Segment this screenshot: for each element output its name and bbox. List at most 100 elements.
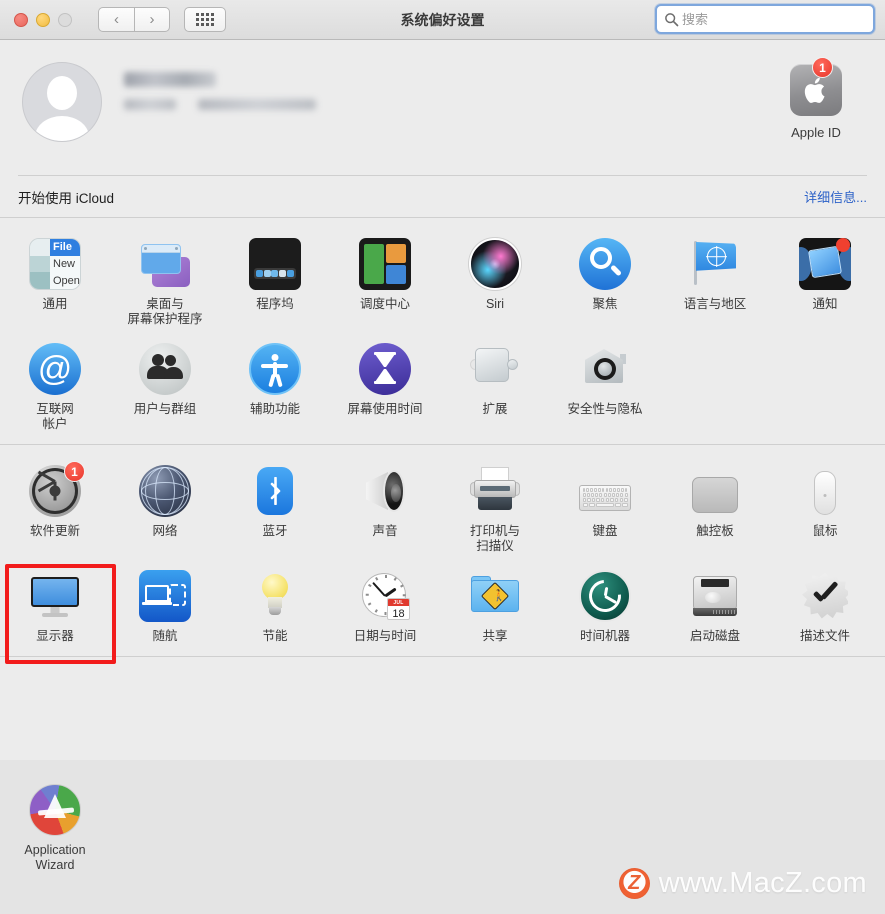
pref-item-sidecar[interactable]: 随航 [110,560,220,650]
pref-item-energy-saver[interactable]: 节能 [220,560,330,650]
pref-item-bluetooth[interactable]: 蓝牙 [220,455,330,560]
account-header: 1 Apple ID [0,40,885,175]
pref-label: 软件更新 [29,524,80,538]
pref-item-general[interactable]: File New Open 通用 [0,228,110,333]
displays-icon [29,570,81,622]
pref-label: 调度中心 [359,297,410,311]
pref-item-mission-control[interactable]: 调度中心 [330,228,440,333]
back-button[interactable]: ‹ [98,7,134,32]
mouse-icon [799,465,851,517]
pref-label: 共享 [482,629,508,643]
apple-id-badge: 1 [812,57,833,78]
pref-item-software-update[interactable]: 1 软件更新 [0,455,110,560]
pref-item-dock[interactable]: 程序坞 [220,228,330,333]
icloud-details-link[interactable]: 详细信息... [804,187,867,206]
software-update-badge: 1 [64,461,85,482]
pref-item-notifications[interactable]: 通知 [770,228,880,333]
sound-icon [359,465,411,517]
pref-item-date-time[interactable]: JUL 18 日期与时间 [330,560,440,650]
pref-item-network[interactable]: 网络 [110,455,220,560]
show-all-button[interactable] [184,7,226,32]
preferences-section-hardware: 1 软件更新 网络 蓝牙 声音 打印机与 扫描仪 键盘 触控板 鼠标 显示器 随… [0,445,885,664]
apple-id-item[interactable]: 1 Apple ID [771,57,861,140]
preferences-row: 显示器 随航 节能 JUL 18 日期与时间 🚶 共享 时间机器 启动磁盘 描述… [0,560,885,664]
pref-label: 时间机器 [579,629,630,643]
users-groups-icon [139,343,191,395]
pref-label: 声音 [372,524,398,538]
pref-item-language-region[interactable]: 语言与地区 [660,228,770,333]
bluetooth-icon [249,465,301,517]
pref-label: 键盘 [592,524,618,538]
pref-label: 网络 [152,524,178,538]
pref-item-keyboard[interactable]: 键盘 [550,455,660,560]
pref-item-accessibility[interactable]: 辅助功能 [220,333,330,438]
keyboard-icon [579,465,631,517]
search-field[interactable] [655,4,875,34]
pref-item-internet-accounts[interactable]: @ 互联网 帐户 [0,333,110,438]
watermark-text: www.MacZ.com [658,867,867,899]
pref-label: 日期与时间 [353,629,417,643]
spotlight-icon [579,238,631,290]
sharing-icon: 🚶 [469,570,521,622]
system-preferences-window: ‹ › 系统偏好设置 搜索 1 Apple ID 开始使用 iCloud 详细信… [0,0,885,914]
energy-saver-icon [249,570,301,622]
pref-item-mouse[interactable]: 鼠标 [770,455,880,560]
pref-label: 程序坞 [256,297,294,311]
close-button[interactable] [14,12,28,27]
pref-item-screen-time[interactable]: 屏幕使用时间 [330,333,440,438]
preferences-row: @ 互联网 帐户 用户与群组 辅助功能 屏幕使用时间 扩展 安全性与隐私 [0,333,885,438]
pref-item-spotlight[interactable]: 聚焦 [550,228,660,333]
pref-label: 辅助功能 [249,402,300,416]
pref-item-security-privacy[interactable]: 安全性与隐私 [550,333,660,438]
mission-control-icon [359,238,411,290]
preferences-row: File New Open 通用 桌面与 屏幕保护程序 程序坞 调度中心 Sir… [0,228,885,333]
accessibility-icon [249,343,301,395]
pref-item-startup-disk[interactable]: 启动磁盘 [660,560,770,650]
pref-label: 用户与群组 [133,402,197,416]
pref-item-extensions[interactable]: 扩展 [440,333,550,438]
startup-disk-icon [689,570,741,622]
pref-label: 安全性与隐私 [567,402,643,416]
time-machine-icon [579,570,631,622]
trackpad-icon [689,465,741,517]
zoom-button[interactable] [58,12,72,27]
pref-item-sound[interactable]: 声音 [330,455,440,560]
pref-item-printers-scanners[interactable]: 打印机与 扫描仪 [440,455,550,560]
pref-label: 鼠标 [812,524,838,538]
pref-item-sharing[interactable]: 🚶 共享 [440,560,550,650]
grid-icon [196,13,214,26]
language-region-icon [689,238,741,290]
watermark: Z www.MacZ.com [618,867,867,900]
pref-item-time-machine[interactable]: 时间机器 [550,560,660,650]
pref-item-desktop-screensaver[interactable]: 桌面与 屏幕保护程序 [110,228,220,333]
minimize-button[interactable] [36,12,50,27]
pref-label: 聚焦 [592,297,618,311]
pref-label: 扩展 [482,402,508,416]
preferences-row: 1 软件更新 网络 蓝牙 声音 打印机与 扫描仪 键盘 触控板 鼠标 [0,455,885,560]
preferences-section-personal: File New Open 通用 桌面与 屏幕保护程序 程序坞 调度中心 Sir… [0,218,885,444]
calendar-day: 18 [392,607,405,620]
pref-item-displays[interactable]: 显示器 [0,560,116,664]
account-name-redacted [124,72,216,87]
pref-item-trackpad[interactable]: 触控板 [660,455,770,560]
pref-label: 语言与地区 [683,297,747,311]
divider-section-2 [0,656,885,657]
pref-label: 桌面与 屏幕保护程序 [127,297,203,326]
pref-item-profiles[interactable]: 描述文件 [770,560,880,650]
pref-item-users-groups[interactable]: 用户与群组 [110,333,220,438]
search-input[interactable] [682,11,873,27]
pref-label: 蓝牙 [262,524,288,538]
pref-item-siri[interactable]: Siri [440,228,550,333]
extensions-icon [469,343,521,395]
apple-id-label: Apple ID [791,125,841,140]
pref-label: 屏幕使用时间 [347,402,423,416]
pref-label: 节能 [262,629,288,643]
date-time-icon: JUL 18 [359,570,411,622]
account-info [124,72,316,110]
avatar[interactable] [22,62,102,142]
application-wizard-icon [29,784,81,836]
screen-time-icon [359,343,411,395]
pref-item-application-wizard[interactable]: Application Wizard [0,774,110,879]
forward-button[interactable]: › [134,7,170,32]
pref-label: 触控板 [696,524,734,538]
